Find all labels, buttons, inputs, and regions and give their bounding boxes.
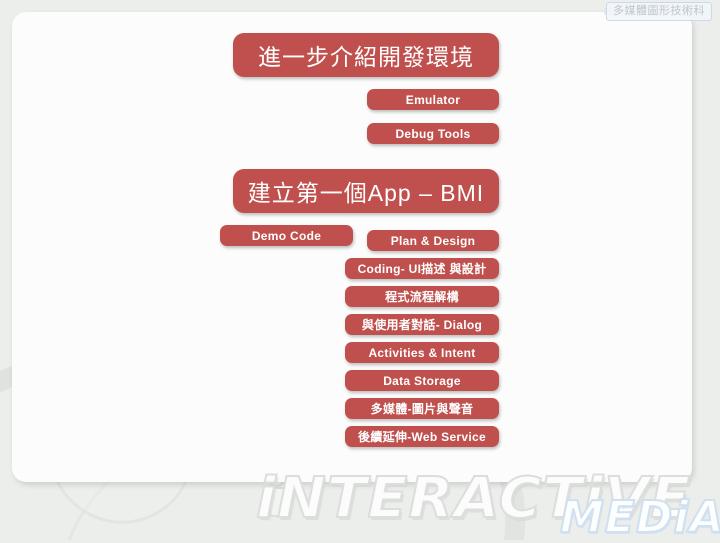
bar-activities-intent[interactable]: Activities & Intent: [345, 342, 499, 363]
section-heading-dev-environment[interactable]: 進一步介紹開發環境: [233, 33, 499, 77]
watermark-media: MEDiA: [559, 491, 720, 543]
department-badge: 多媒體圖形技術科: [606, 2, 712, 22]
decorative-i-stem: [269, 487, 285, 517]
bar-debug-tools[interactable]: Debug Tools: [367, 123, 499, 144]
bar-coding-ui-design[interactable]: Coding- UI描述 與設計: [345, 258, 499, 279]
section-heading-first-app-bmi[interactable]: 建立第一個App – BMI: [233, 169, 499, 213]
bar-dialog[interactable]: 與使用者對話- Dialog: [345, 314, 499, 335]
bar-web-service[interactable]: 後續延伸-Web Service: [345, 426, 499, 447]
bar-emulator[interactable]: Emulator: [367, 89, 499, 110]
bar-demo-code[interactable]: Demo Code: [220, 225, 353, 246]
bar-multimedia[interactable]: 多媒體-圖片與聲音: [345, 398, 499, 419]
bar-plan-and-design[interactable]: Plan & Design: [367, 230, 499, 251]
bar-data-storage[interactable]: Data Storage: [345, 370, 499, 391]
bar-program-flow[interactable]: 程式流程解構: [345, 286, 499, 307]
